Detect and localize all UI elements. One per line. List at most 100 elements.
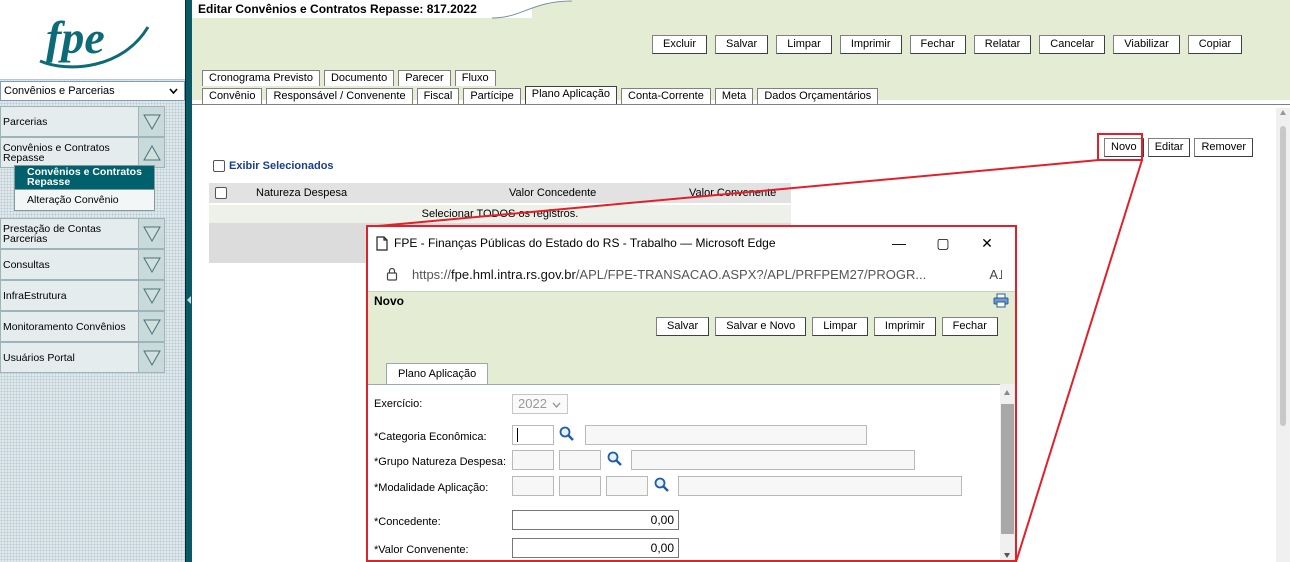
popup-header-title: Novo	[374, 294, 404, 308]
scroll-down-icon[interactable]	[1004, 553, 1010, 558]
chevron-down-icon	[169, 88, 178, 94]
relatar-button[interactable]: Relatar	[973, 35, 1032, 54]
popup-imprimir-button[interactable]: Imprimir	[873, 317, 936, 336]
main-toolbar: Excluir Salvar Limpar Imprimir Fechar Re…	[652, 35, 1243, 54]
exibir-selecionados-toggle[interactable]: Exibir Selecionados	[213, 160, 334, 172]
search-icon[interactable]	[558, 425, 576, 443]
main-scrollbar[interactable]	[1276, 108, 1290, 562]
expand-arrow-icon[interactable]	[138, 219, 164, 248]
tab-conta-corrente[interactable]: Conta-Corrente	[621, 88, 711, 104]
expand-arrow-icon[interactable]	[138, 343, 164, 372]
categoria-economica-description	[585, 425, 867, 445]
modalidade-code-1-input[interactable]	[512, 476, 554, 496]
expand-arrow-icon[interactable]	[138, 107, 164, 136]
menu-group-infraestrutura[interactable]: InfraEstrutura	[0, 280, 165, 311]
tab-parecer[interactable]: Parecer	[398, 70, 451, 86]
menu-group-label: Convênios e Contratos Repasse	[3, 141, 110, 164]
tab-dados-orcamentarios[interactable]: Dados Orçamentários	[757, 88, 879, 104]
grupo-code-2-input[interactable]	[559, 450, 601, 470]
scrollbar-thumb[interactable]	[1001, 404, 1014, 534]
select-all-checkbox[interactable]	[215, 187, 227, 199]
popup-salvar-e-novo-button[interactable]: Salvar e Novo	[715, 317, 807, 336]
expand-arrow-icon[interactable]	[138, 250, 164, 279]
select-all-records-link[interactable]: Selecionar TODOS os registros.	[209, 205, 791, 223]
popup-limpar-button[interactable]: Limpar	[812, 317, 868, 336]
minimize-icon[interactable]: —	[877, 233, 921, 253]
popup-fechar-button[interactable]: Fechar	[941, 317, 998, 336]
text-cursor	[517, 428, 518, 442]
tab-fluxo[interactable]: Fluxo	[454, 70, 496, 86]
valor-convenente-input[interactable]: 0,00	[512, 538, 679, 558]
search-icon[interactable]	[606, 450, 624, 468]
submenu-item-alteracao-convenio[interactable]: Alteração Convênio	[15, 190, 154, 210]
categoria-economica-label: *Categoria Econômica:	[374, 431, 487, 443]
menu-group-convenios-contratos[interactable]: Convênios e Contratos Repasse	[0, 137, 165, 168]
grupo-code-1-input[interactable]	[512, 450, 554, 470]
grupo-natureza-despesa-label: *Grupo Natureza Despesa:	[374, 456, 507, 468]
collapse-sidebar-icon[interactable]	[187, 296, 191, 304]
categoria-economica-code-input[interactable]	[512, 425, 554, 445]
excluir-button[interactable]: Excluir	[652, 35, 708, 54]
expand-arrow-icon[interactable]	[138, 281, 164, 310]
tab-convenio[interactable]: Convênio	[202, 88, 263, 104]
tabs-divider	[192, 104, 1290, 105]
imprimir-button[interactable]: Imprimir	[839, 35, 902, 54]
search-icon[interactable]	[653, 476, 671, 494]
lock-icon[interactable]	[386, 267, 398, 281]
viabilizar-button[interactable]: Viabilizar	[1113, 35, 1180, 54]
page-icon	[376, 235, 388, 251]
fechar-button[interactable]: Fechar	[909, 35, 966, 54]
collapse-arrow-icon[interactable]	[138, 138, 164, 167]
limpar-button[interactable]: Limpar	[776, 35, 832, 54]
maximize-icon[interactable]: ▢	[921, 233, 965, 253]
scroll-up-icon[interactable]	[1280, 110, 1286, 115]
read-aloud-icon[interactable]: A˩	[989, 267, 1003, 282]
column-valor-concedente[interactable]: Valor Concedente	[509, 187, 596, 199]
menu-group-consultas[interactable]: Consultas	[0, 249, 165, 280]
remover-button[interactable]: Remover	[1194, 138, 1254, 157]
menu-group-parcerias[interactable]: Parcerias	[0, 106, 165, 137]
fpe-logo-icon: fpe	[38, 12, 149, 68]
popup-titlebar: FPE - Finanças Públicas do Estado do RS …	[368, 227, 1015, 259]
popup-address-bar[interactable]: https://fpe.hml.intra.rs.gov.br/APL/FPE-…	[368, 259, 1015, 289]
tab-meta[interactable]: Meta	[714, 88, 754, 104]
plano-aplicacao-form: Exercício: 2022 *Categoria Econômica: *G…	[368, 384, 1000, 560]
copiar-button[interactable]: Copiar	[1187, 35, 1243, 54]
menu-group-label: Parcerias	[3, 115, 48, 128]
exercicio-select[interactable]: 2022	[512, 394, 568, 414]
menu-group-usuarios-portal[interactable]: Usuários Portal	[0, 342, 165, 373]
modalidade-code-3-input[interactable]	[606, 476, 648, 496]
page-title: Editar Convênios e Contratos Repasse: 81…	[192, 0, 532, 18]
popup-scrollbar[interactable]	[1000, 384, 1015, 560]
module-select-value: Convênios e Parcerias	[4, 85, 115, 97]
module-select[interactable]: Convênios e Parcerias	[0, 81, 185, 101]
sidebar-splitter[interactable]	[185, 0, 192, 562]
popup-tab-plano-aplicacao[interactable]: Plano Aplicação	[386, 363, 489, 384]
tab-documento[interactable]: Documento	[323, 70, 395, 86]
sidebar: fpe Convênios e Parcerias Parcerias Conv…	[0, 0, 185, 562]
cancelar-button[interactable]: Cancelar	[1039, 35, 1106, 54]
close-icon[interactable]: ✕	[965, 233, 1009, 253]
tab-responsavel-convenente[interactable]: Responsável / Convenente	[266, 88, 413, 104]
submenu-item-convenios-contratos-repasse[interactable]: Convênios e Contratos Repasse	[15, 166, 154, 190]
scroll-up-icon[interactable]	[1004, 390, 1010, 395]
editar-button[interactable]: Editar	[1147, 138, 1191, 157]
tab-plano-aplicacao[interactable]: Plano Aplicação	[524, 86, 618, 104]
expand-arrow-icon[interactable]	[138, 312, 164, 341]
modalidade-code-2-input[interactable]	[559, 476, 601, 496]
menu-group-monitoramento[interactable]: Monitoramento Convênios	[0, 311, 165, 342]
tab-fiscal[interactable]: Fiscal	[416, 88, 460, 104]
popup-salvar-button[interactable]: Salvar	[656, 317, 710, 336]
concedente-input[interactable]: 0,00	[512, 510, 679, 530]
menu-group-prestacao-contas[interactable]: Prestação de Contas Parcerias	[0, 218, 165, 249]
scrollbar-thumb[interactable]	[1280, 126, 1286, 426]
salvar-button[interactable]: Salvar	[715, 35, 769, 54]
tab-cronograma-previsto[interactable]: Cronograma Previsto	[202, 70, 320, 86]
column-natureza-despesa[interactable]: Natureza Despesa	[256, 187, 347, 199]
exibir-selecionados-checkbox[interactable]	[213, 160, 225, 172]
printer-icon[interactable]	[993, 293, 1009, 308]
column-valor-convenente[interactable]: Valor Convenente	[689, 187, 776, 199]
concedente-label: *Concedente:	[374, 516, 441, 528]
popup-header: Novo	[368, 291, 1015, 309]
tab-participe[interactable]: Partícipe	[463, 88, 521, 104]
